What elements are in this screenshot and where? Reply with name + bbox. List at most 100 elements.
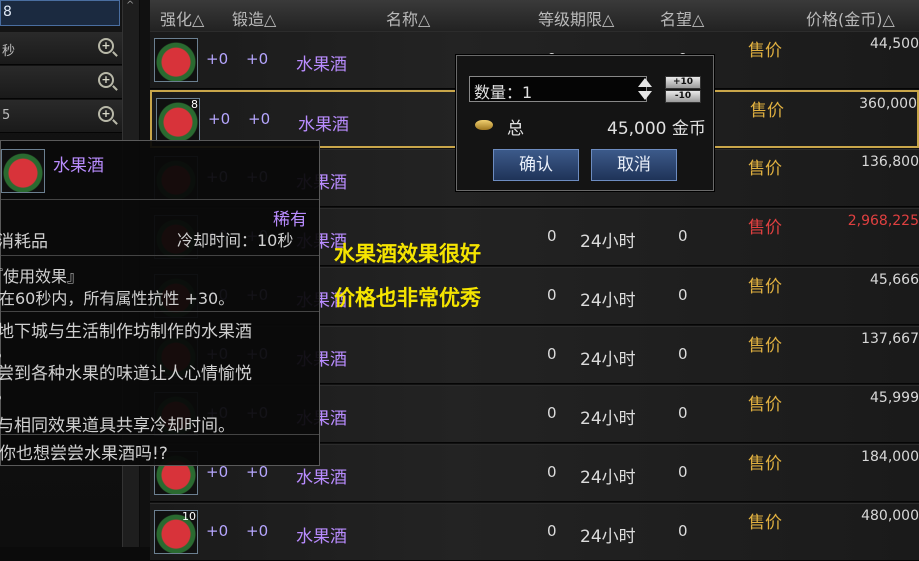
period-value: 24小时 xyxy=(580,468,636,488)
increment-arrow-icon[interactable] xyxy=(638,78,652,87)
price-label: 售价 xyxy=(748,159,782,179)
price-label: 售价 xyxy=(748,41,782,61)
category-item[interactable]: 秒 + xyxy=(0,32,122,65)
forge-value: +0 xyxy=(246,522,269,540)
period-value: 24小时 xyxy=(580,409,636,429)
price-value: 480,000 xyxy=(861,508,919,524)
level-value: 0 xyxy=(547,227,557,245)
header-forge[interactable]: 锻造△ xyxy=(232,6,276,30)
confirm-button[interactable]: 确认 xyxy=(493,149,579,181)
list-header: 强化△ 锻造△ 名称△ 等级期限△ 名望△ 价格(金币)△ xyxy=(150,0,919,32)
enhance-value: +0 xyxy=(208,110,231,128)
zoom-in-icon[interactable]: + xyxy=(98,72,114,88)
price-label: 售价 xyxy=(748,336,782,356)
header-enhance[interactable]: 强化△ xyxy=(160,6,204,30)
divider xyxy=(1,199,319,200)
tooltip-type: 消耗品 xyxy=(0,232,48,252)
category-item-label: 秒 xyxy=(2,44,16,59)
level-value: 0 xyxy=(547,522,557,540)
enhance-value: +0 xyxy=(206,522,229,540)
divider xyxy=(1,255,319,256)
header-level-limit[interactable]: 等级期限△ xyxy=(538,6,614,30)
overlay-caption-2: 价格也非常优秀 xyxy=(334,286,481,310)
fame-value: 0 xyxy=(678,286,688,304)
divider xyxy=(1,434,319,435)
price-label: 售价 xyxy=(748,513,782,533)
zoom-in-icon[interactable]: + xyxy=(98,38,114,54)
divider xyxy=(1,311,319,312)
period-value: 24小时 xyxy=(580,232,636,252)
tooltip-desc-2: 尝到各种水果的味道让人心情愉悦 xyxy=(0,364,252,384)
price-value: 184,000 xyxy=(861,449,919,465)
fruit-wine-icon: 10 xyxy=(154,510,198,554)
level-value: 0 xyxy=(547,286,557,304)
item-tooltip: 水果酒 稀有 消耗品 冷却时间：10秒 『使用效果』 在60秒内，所有属性抗性 … xyxy=(0,140,320,466)
tooltip-effect: 在60秒内，所有属性抗性 +30。 xyxy=(0,289,235,308)
plus-ten-button[interactable]: +10 xyxy=(665,76,701,89)
decrement-arrow-icon[interactable] xyxy=(638,91,652,100)
quantity-dialog: 数量：1 +10 -10 总 45,000 金币 确认 取消 xyxy=(456,55,714,191)
fruit-wine-icon xyxy=(1,149,45,193)
price-value: 137,667 xyxy=(861,331,919,347)
category-item[interactable]: + xyxy=(0,66,122,99)
tooltip-effect-header: 『使用效果』 xyxy=(0,267,84,286)
price-label: 售价 xyxy=(748,277,782,297)
scroll-up-icon[interactable]: ^ xyxy=(126,0,134,11)
category-selected-label: 8 xyxy=(3,4,12,20)
price-value: 44,500 xyxy=(870,36,919,52)
overlay-caption-1: 水果酒效果很好 xyxy=(334,242,481,266)
fame-value: 0 xyxy=(678,227,688,245)
cancel-button[interactable]: 取消 xyxy=(591,149,677,181)
tooltip-desc-3: 与相同效果道具共享冷却时间。 xyxy=(0,416,235,436)
price-value: 360,000 xyxy=(859,96,917,112)
level-value: 0 xyxy=(547,463,557,481)
total-label: 总 xyxy=(507,119,524,139)
fruit-wine-icon xyxy=(154,38,198,82)
price-label: 售价 xyxy=(748,218,782,238)
quantity-spinner[interactable] xyxy=(635,76,655,102)
fame-value: 0 xyxy=(678,404,688,422)
price-value: 2,968,225 xyxy=(847,213,919,229)
period-value: 24小时 xyxy=(580,527,636,547)
quantity-input[interactable]: 数量：1 xyxy=(469,76,647,102)
table-row[interactable]: 10 +0 +0 水果酒 0 24小时 0 售价 480,000 xyxy=(150,503,919,561)
zoom-in-icon[interactable]: + xyxy=(98,106,114,122)
header-price[interactable]: 价格(金币)△ xyxy=(806,6,895,30)
tooltip-desc-1: 地下城与生活制作坊制作的水果酒 xyxy=(0,322,252,342)
item-name: 水果酒 xyxy=(296,468,347,488)
fame-value: 0 xyxy=(678,345,688,363)
category-selected[interactable]: 8 xyxy=(0,0,120,26)
gold-coin-icon xyxy=(475,120,493,130)
stack-count: 10 xyxy=(182,510,196,523)
tooltip-desc-2b: 。 xyxy=(0,379,12,404)
tooltip-title: 水果酒 xyxy=(53,156,104,176)
item-name: 水果酒 xyxy=(296,55,347,75)
forge-value: +0 xyxy=(246,50,269,68)
category-item-label: 5 xyxy=(2,108,11,123)
price-label: 售价 xyxy=(748,454,782,474)
tooltip-cooldown: 冷却时间：10秒 xyxy=(177,231,294,250)
category-item[interactable]: 5 + xyxy=(0,100,122,133)
price-value: 136,800 xyxy=(861,154,919,170)
tooltip-desc-4: 你也想尝尝水果酒吗!? xyxy=(0,444,168,464)
price-label: 售价 xyxy=(748,395,782,415)
price-label: 售价 xyxy=(750,101,784,121)
stack-count: 8 xyxy=(191,98,198,111)
header-fame[interactable]: 名望△ xyxy=(660,6,704,30)
item-name: 水果酒 xyxy=(296,527,347,547)
fame-value: 0 xyxy=(678,463,688,481)
item-name: 水果酒 xyxy=(298,115,349,135)
period-value: 24小时 xyxy=(580,291,636,311)
fruit-wine-icon: 8 xyxy=(156,98,200,142)
period-value: 24小时 xyxy=(580,350,636,370)
price-value: 45,999 xyxy=(870,390,919,406)
header-name[interactable]: 名称△ xyxy=(386,6,430,30)
total-value: 45,000 金币 xyxy=(607,119,706,139)
forge-value: +0 xyxy=(248,110,271,128)
minus-ten-button[interactable]: -10 xyxy=(665,90,701,103)
fame-value: 0 xyxy=(678,522,688,540)
price-value: 45,666 xyxy=(870,272,919,288)
enhance-value: +0 xyxy=(206,50,229,68)
level-value: 0 xyxy=(547,404,557,422)
level-value: 0 xyxy=(547,345,557,363)
